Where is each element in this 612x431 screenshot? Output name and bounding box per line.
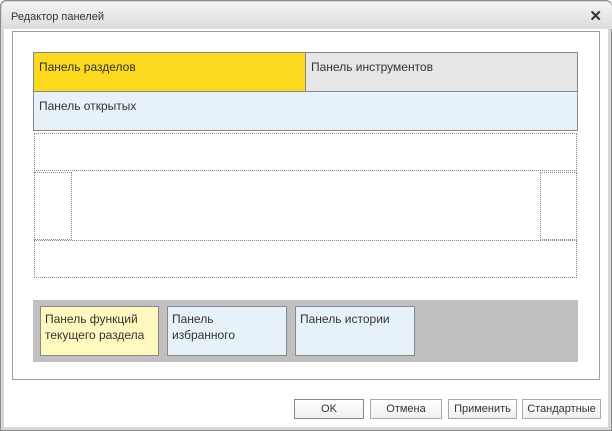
right-drop-zone[interactable] (540, 172, 577, 240)
tools-panel[interactable]: Панель инструментов (305, 52, 578, 92)
functions-panel[interactable]: Панель функций текущего раздела (40, 306, 159, 356)
window-title: Редактор панелей (11, 11, 104, 23)
bottom-drop-zone[interactable] (34, 240, 577, 278)
open-panel[interactable]: Панель открытых (33, 91, 578, 131)
top-drop-zone[interactable] (34, 133, 577, 171)
left-drop-zone[interactable] (34, 172, 72, 240)
cancel-button[interactable]: Отмена (370, 399, 442, 419)
favorites-panel[interactable]: Панель избранного (167, 306, 287, 356)
close-icon[interactable]: ✕ (589, 7, 602, 25)
history-panel[interactable]: Панель истории (295, 306, 415, 356)
ok-button[interactable]: OK (294, 399, 364, 419)
apply-button[interactable]: Применить (448, 399, 517, 419)
defaults-button[interactable]: Стандартные (522, 399, 601, 419)
title-bar: Редактор панелей ✕ (2, 2, 612, 29)
sections-panel[interactable]: Панель разделов (33, 52, 306, 92)
